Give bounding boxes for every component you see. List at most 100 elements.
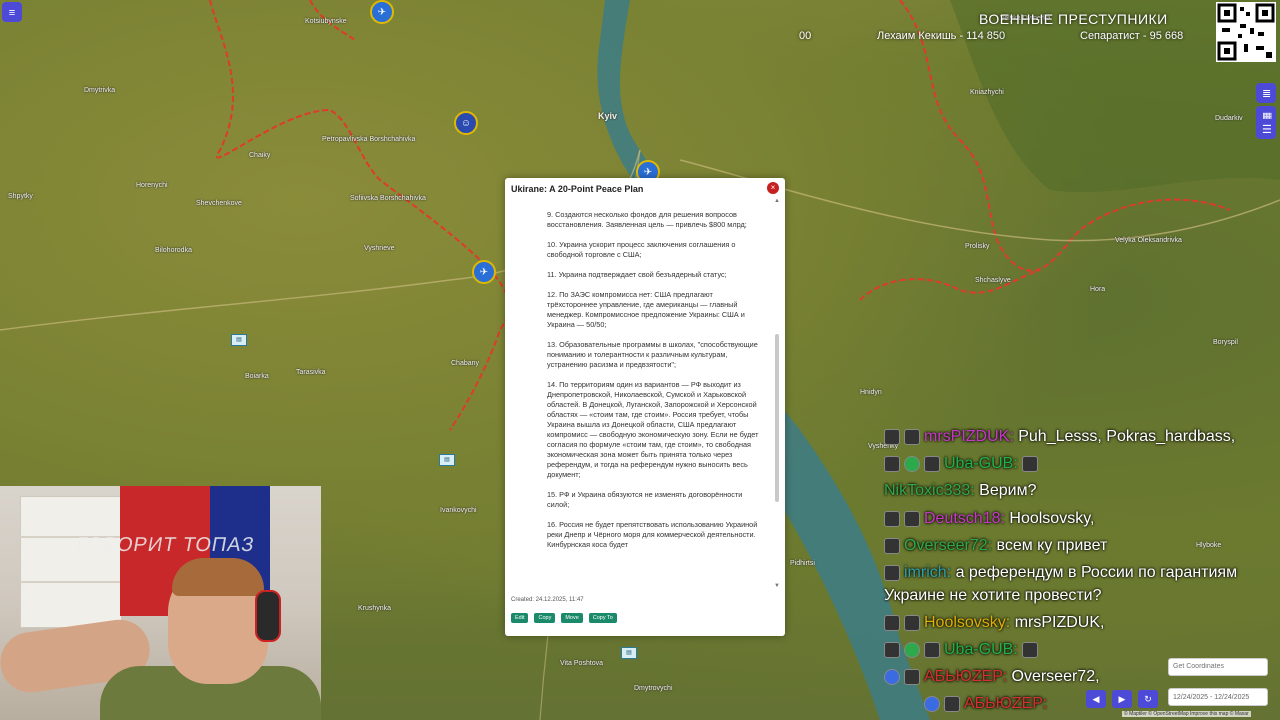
user-badge-icon [884, 614, 900, 631]
unit-marker-icon[interactable]: ✈ [370, 0, 394, 24]
chat-username: Deutsch18: [924, 510, 1005, 527]
place-label: Hnidyn [860, 389, 882, 396]
unit-marker-icon[interactable]: ✈ [472, 260, 496, 284]
plan-point: 9. Создаются несколько фондов для решени… [547, 210, 747, 229]
chat-message: Overseer72: всем ку привет [884, 537, 1107, 555]
chat-text: Puh_Lesss, Pokras_hardbass, [1018, 428, 1236, 445]
scroll-down-icon[interactable]: ▼ [774, 583, 780, 589]
copy-to-button[interactable]: Copy To [588, 613, 617, 623]
user-badge-icon [884, 455, 900, 472]
move-button[interactable]: Move [561, 613, 583, 623]
user-badge-icon [924, 641, 940, 658]
place-label: Kotsiubynske [305, 18, 347, 25]
chat-text: Hoolsovsky, [1009, 510, 1095, 527]
base-marker-icon[interactable]: ▤ [621, 647, 637, 659]
list-view-button[interactable]: ☰ [1256, 119, 1276, 139]
chat-username: Hoolsovsky: [924, 614, 1011, 631]
webcam-overlay-text: ГОВОРИТ ТОПАЗ [74, 534, 257, 556]
place-label: Petropavlivska Borshchahivka [322, 136, 416, 143]
place-label: Velyka Oleksandrivka [1115, 237, 1182, 244]
headset-icon [255, 590, 281, 642]
place-label: Dmytrovychi [634, 685, 673, 692]
menu-button[interactable]: ≡ [2, 2, 22, 22]
prev-date-button[interactable]: ◀ [1086, 690, 1106, 708]
place-label: Vita Poshtova [560, 660, 604, 667]
date-range-picker[interactable]: 12/24/2025 - 12/24/2025 [1168, 688, 1268, 706]
plan-point: 11. Украина подтверждает свой безъядерны… [547, 270, 727, 279]
modal-actions: Edit Copy Move Copy To [511, 613, 617, 623]
place-label: Ivankovychi [440, 507, 477, 514]
copy-button[interactable]: Copy [534, 613, 556, 623]
user-badge-icon [884, 641, 900, 658]
chat-username: NikToxic333: [884, 482, 975, 499]
chat-text: всем ку привет [996, 537, 1108, 554]
plan-point: 13. Образовательные программы в школах, … [547, 340, 758, 369]
scroll-up-icon[interactable]: ▲ [774, 198, 780, 204]
qr-code-icon [1216, 2, 1276, 62]
place-label: Vyshneve [364, 245, 395, 252]
user-badge-icon [924, 455, 940, 472]
map-attribution: © Maptiler © OpenStreetMap Improve this … [1122, 711, 1251, 717]
chat-text: Overseer72, [1011, 668, 1100, 685]
place-label: Chaiky [249, 152, 271, 159]
hud-score-right: Сепаратист - 95 668 [1080, 30, 1184, 42]
chat-username: АБЬЮZЕР: [924, 668, 1008, 685]
peace-plan-modal: Ukirane: A 20-Point Peace Plan × 9. Созд… [505, 178, 785, 636]
place-label: Shpytky [8, 193, 33, 200]
chat-message: АБЬЮZЕР: Overseer72, [884, 668, 1100, 686]
layers-button[interactable]: ≣ [1256, 83, 1276, 103]
place-label: Shevchenkove [196, 200, 242, 207]
place-label: Prolisky [965, 243, 990, 250]
chat-message: Украине не хотите провести? [884, 587, 1102, 605]
modal-body[interactable]: 9. Создаются несколько фондов для решени… [547, 210, 759, 592]
chat-username: mrsPIZDUK: [924, 428, 1014, 445]
chat-message: mrsPIZDUK: Puh_Lesss, Pokras_hardbass, [884, 428, 1235, 446]
bookshelf [20, 496, 122, 628]
base-marker-icon[interactable]: ▤ [231, 334, 247, 346]
streamer-hair [172, 558, 264, 596]
user-badge-icon [884, 510, 900, 527]
place-label: Tarasivka [296, 369, 326, 376]
chat-message: imrich: а референдум в России по гаранти… [884, 564, 1237, 582]
refresh-icon[interactable]: ↻ [1138, 690, 1158, 708]
commander-marker-icon[interactable]: ☺ [454, 111, 478, 135]
chat-message: Deutsch18: Hoolsovsky, [884, 510, 1094, 528]
place-label: Kniazhychi [970, 89, 1004, 96]
scrollbar-thumb[interactable] [775, 334, 779, 502]
place-label: Horenychi [136, 182, 168, 189]
chat-username: АБЬЮZЕР: [964, 695, 1048, 712]
place-label: Dudarkiv [1215, 115, 1243, 122]
place-label: Sofiivska Borshchahivka [350, 195, 426, 202]
plan-point: 10. Украина ускорит процесс заключения с… [547, 240, 736, 259]
plan-point: 12. По ЗАЭС компромисса нет: США предлаг… [547, 290, 745, 329]
base-marker-icon[interactable]: ▤ [439, 454, 455, 466]
close-icon[interactable]: × [767, 182, 779, 194]
webcam-overlay: ГОВОРИТ ТОПАЗ [0, 486, 321, 720]
place-label: Shchaslyve [975, 277, 1011, 284]
coordinates-input[interactable] [1168, 658, 1268, 676]
chat-message: NikToxic333: Верим? [884, 482, 1036, 500]
chat-message: Hoolsovsky: mrsPIZDUK, [884, 614, 1104, 632]
hud-number: 00 [799, 30, 812, 42]
user-badge-icon [884, 428, 900, 445]
place-label: Bilohorodka [155, 247, 192, 254]
place-label: Dmytrivka [84, 87, 116, 94]
chat-text: а референдум в России по гарантиям [955, 564, 1238, 581]
shelf-divider [20, 581, 120, 583]
user-badge-icon [884, 537, 900, 554]
user-badge-icon [904, 668, 920, 685]
chat-username: Uba-GUB: [944, 455, 1018, 472]
chat-username: Uba-GUB: [944, 641, 1018, 658]
place-label: Chabany [451, 360, 480, 367]
user-badge-icon [924, 695, 940, 712]
edit-button[interactable]: Edit [511, 613, 529, 623]
chat-text: Верим? [979, 482, 1037, 499]
hud-score-left: Лехаим Кекишь - 114 850 [877, 30, 1006, 42]
next-date-button[interactable]: ▶ [1112, 690, 1132, 708]
emote-icon [1022, 455, 1039, 472]
modal-title: Ukirane: A 20-Point Peace Plan [511, 184, 644, 194]
place-label: Krushynka [358, 605, 392, 612]
place-label: Boiarka [245, 373, 269, 380]
user-badge-icon [904, 614, 920, 631]
emote-icon [1022, 641, 1039, 658]
